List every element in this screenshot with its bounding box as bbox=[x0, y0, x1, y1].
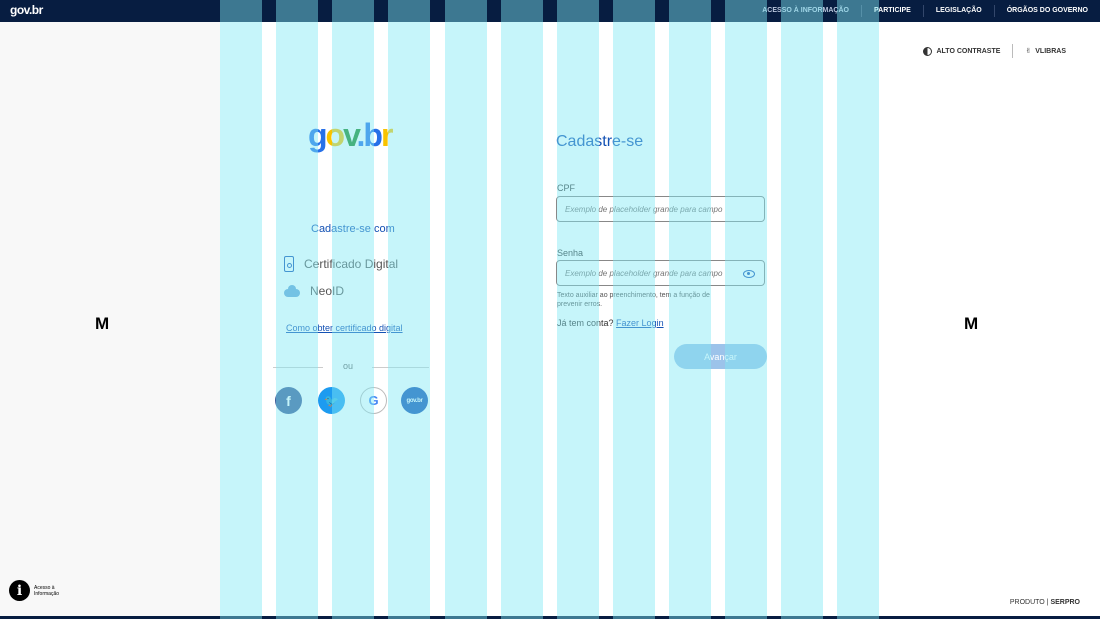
govbr-button[interactable]: gov.br bbox=[401, 387, 428, 414]
high-contrast-toggle[interactable]: ALTO CONTRASTE bbox=[911, 46, 1012, 56]
have-account-row: Já tem conta? Fazer Login bbox=[557, 318, 664, 328]
nav-participe[interactable]: PARTICIPE bbox=[860, 5, 923, 17]
info-icon: i bbox=[9, 580, 30, 601]
facebook-button[interactable]: f bbox=[275, 387, 302, 414]
show-password-icon[interactable] bbox=[743, 270, 755, 278]
option-label: Certificado Digital bbox=[304, 257, 399, 271]
accessibility-bar: ALTO CONTRASTE ✌ VLIBRAS bbox=[911, 44, 1078, 58]
govbr-icon: gov.br bbox=[406, 397, 423, 404]
nav-legislacao[interactable]: LEGISLAÇÃO bbox=[922, 5, 994, 17]
form-title: Cadastre-se bbox=[556, 133, 644, 150]
product-prefix: PRODUTO | bbox=[1009, 599, 1049, 606]
access-info-line2: Informação bbox=[34, 590, 60, 597]
access-info-text: Acesso à Informação bbox=[34, 585, 59, 597]
option-certificado-digital[interactable]: Certificado Digital bbox=[284, 256, 398, 272]
cpf-input[interactable] bbox=[556, 196, 765, 222]
govbr-logo[interactable]: gov.br bbox=[10, 3, 43, 17]
divider-left bbox=[273, 367, 323, 368]
or-label: ou bbox=[343, 361, 354, 371]
nav-acesso-informacao[interactable]: ACESSO À INFORMAÇÃO bbox=[750, 5, 861, 17]
cloud-icon bbox=[284, 285, 300, 297]
have-account-text: Já tem conta? bbox=[557, 318, 614, 328]
divider-right bbox=[372, 367, 429, 368]
twitter-button[interactable]: 🐦 bbox=[318, 387, 345, 414]
access-info-badge[interactable]: i Acesso à Informação bbox=[9, 580, 59, 601]
cert-info-link[interactable]: Como obter certificado digital bbox=[286, 323, 403, 333]
advance-button[interactable]: Avançar bbox=[674, 344, 767, 369]
cpf-label: CPF bbox=[557, 183, 575, 193]
nav-orgaos-governo[interactable]: ÓRGÃOS DO GOVERNO bbox=[993, 5, 1100, 17]
right-gutter-label: M bbox=[964, 314, 979, 333]
password-label: Senha bbox=[557, 248, 584, 258]
google-button[interactable]: G bbox=[360, 387, 387, 414]
contrast-icon bbox=[923, 46, 933, 56]
login-link[interactable]: Fazer Login bbox=[616, 318, 664, 328]
top-nav: ACESSO À INFORMAÇÃO PARTICIPE LEGISLAÇÃO… bbox=[750, 0, 1100, 22]
facebook-icon: f bbox=[286, 392, 291, 409]
helper-text: Texto auxiliar ao preenchimento, tem a f… bbox=[557, 292, 710, 308]
vlibras-label: VLIBRAS bbox=[1035, 47, 1066, 55]
option-neoid[interactable]: NeoID bbox=[284, 284, 344, 298]
left-gutter bbox=[0, 22, 220, 616]
main-area bbox=[220, 22, 880, 616]
password-input[interactable] bbox=[556, 260, 765, 286]
usb-token-icon bbox=[284, 256, 294, 272]
google-icon: G bbox=[368, 393, 379, 408]
vlibras-icon: ✌ bbox=[1025, 48, 1032, 55]
twitter-icon: 🐦 bbox=[324, 393, 339, 408]
option-label: NeoID bbox=[310, 284, 345, 298]
brand-logo: gov.br bbox=[308, 117, 393, 153]
signup-with-title: Cadastre-se com bbox=[311, 223, 395, 235]
product-credit: PRODUTO | SERPRO bbox=[1010, 599, 1080, 606]
serpro-brand: SERPRO bbox=[1050, 599, 1080, 606]
top-bar: gov.br ACESSO À INFORMAÇÃO PARTICIPE LEG… bbox=[0, 0, 1100, 22]
vlibras-toggle[interactable]: ✌ VLIBRAS bbox=[1012, 44, 1078, 58]
left-gutter-label: M bbox=[95, 314, 110, 333]
right-gutter bbox=[880, 22, 1100, 616]
high-contrast-label: ALTO CONTRASTE bbox=[936, 47, 1001, 55]
